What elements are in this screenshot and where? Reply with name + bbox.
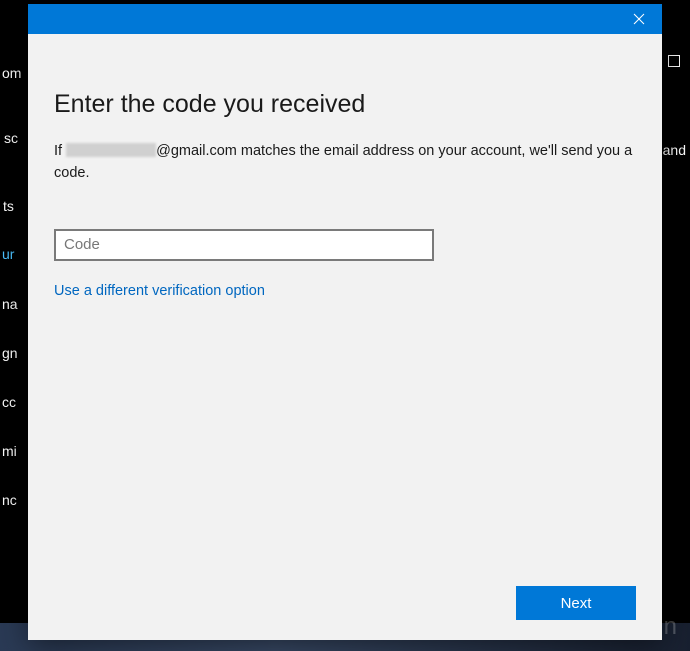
close-button[interactable] bbox=[616, 4, 662, 34]
close-icon bbox=[633, 13, 645, 25]
maximize-glyph bbox=[668, 55, 680, 67]
verification-dialog: Enter the code you received If @gmail.co… bbox=[28, 4, 662, 640]
bg-frag: om bbox=[2, 65, 21, 81]
instruction-prefix: If bbox=[54, 143, 66, 159]
bg-frag: ts bbox=[3, 198, 14, 214]
dialog-heading: Enter the code you received bbox=[54, 90, 636, 119]
bg-frag: ur bbox=[2, 246, 14, 262]
instruction-text: If @gmail.com matches the email address … bbox=[54, 141, 636, 185]
bg-frag: and bbox=[663, 142, 686, 158]
dialog-footer: Next bbox=[516, 586, 636, 620]
redacted-email-local bbox=[66, 143, 156, 157]
bg-frag: gn bbox=[2, 345, 18, 361]
dialog-content: Enter the code you received If @gmail.co… bbox=[28, 34, 662, 640]
bg-frag: sc bbox=[4, 130, 18, 146]
code-input[interactable] bbox=[54, 229, 434, 261]
bg-frag: cc bbox=[2, 394, 16, 410]
dialog-titlebar bbox=[28, 4, 662, 34]
bg-frag: na bbox=[2, 296, 18, 312]
bg-frag: nc bbox=[2, 492, 17, 508]
next-button[interactable]: Next bbox=[516, 586, 636, 620]
instruction-email-suffix: @gmail.com bbox=[156, 143, 237, 159]
different-verification-link[interactable]: Use a different verification option bbox=[54, 283, 265, 299]
bg-frag: mi bbox=[2, 443, 17, 459]
